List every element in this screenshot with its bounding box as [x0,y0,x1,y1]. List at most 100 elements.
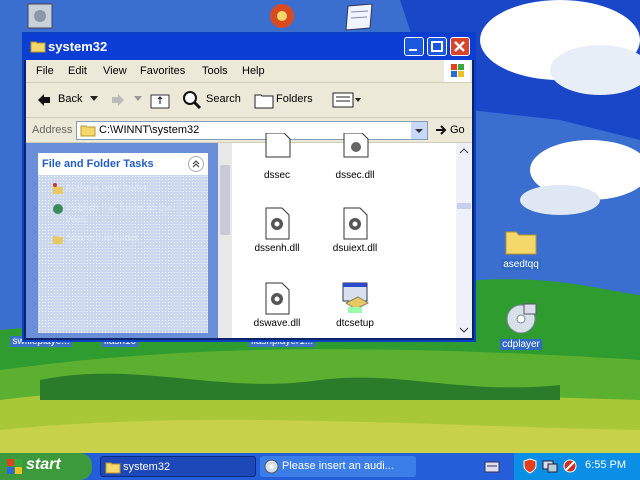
back-button[interactable]: Back [58,93,82,105]
folder-icon [505,231,537,255]
file-name: dtcsetup [336,318,374,329]
menu-view[interactable]: View [103,65,127,77]
publish-web-icon [53,204,63,214]
file-name: dsuiext.dll [332,243,378,254]
file-list: dssec dssec.dll dssenh.dll dsuiext.dll d… [232,132,472,338]
menu-bar: File Edit View Favorites Tools Help [26,60,472,83]
file-name: dssenh.dll [254,243,300,254]
task-share-folder[interactable]: Share this folder [66,233,139,245]
maximize-icon [431,41,443,52]
taskbar: start system32 Please insert an audi... … [0,453,640,480]
file-item[interactable]: dsuiext.dll [320,206,390,254]
chevron-down-icon[interactable] [134,96,142,102]
dll-gear-icon [343,207,368,240]
notepad-icon[interactable] [342,2,376,32]
minimize-button[interactable] [404,37,424,56]
file-name: dssec [263,170,291,181]
menu-help[interactable]: Help [242,65,265,77]
title-bar[interactable]: system32 [24,34,474,60]
file-item[interactable]: dswave.dll [242,281,312,329]
desktop-icon-label: asedtqq [501,259,541,270]
task-pane: File and Folder Tasks Make a new folder … [26,143,218,338]
windows-logo-icon [444,60,470,82]
system-tray: 6:55 PM [514,453,640,480]
folder-icon [80,125,96,137]
task-new-folder[interactable]: Make a new folder [66,183,148,195]
scroll-thumb[interactable] [220,165,230,235]
network-icon[interactable] [542,459,558,473]
collapse-button[interactable] [188,156,204,172]
minimize-icon [409,49,417,51]
desktop-icon-asedtqq[interactable]: asedtqq [494,226,548,270]
file-list-scrollbar[interactable] [456,143,472,338]
chevron-down-icon [415,129,423,133]
close-button[interactable] [450,37,470,56]
scroll-up-icon[interactable] [457,145,471,157]
share-folder-icon [53,236,63,244]
address-label: Address [32,124,73,136]
alert-icon[interactable] [562,458,578,474]
views-icon[interactable] [332,91,362,109]
taskbar-button-label: Please insert an audi... [282,460,394,472]
file-name: dssec.dll [335,170,375,181]
file-item[interactable]: dssenh.dll [242,206,312,254]
menu-tools[interactable]: Tools [202,65,228,77]
dll-gear-icon [343,132,369,158]
file-item[interactable]: dtcsetup [320,281,390,329]
forward-arrow-icon[interactable] [110,92,126,108]
chevron-down-icon[interactable] [90,96,98,102]
file-folder-tasks-box: File and Folder Tasks Make a new folder … [38,153,208,333]
address-value: C:\WINNT\system32 [99,124,200,136]
folders-button[interactable]: Folders [276,93,313,105]
explorer-window: system32 File Edit View Favorites Tools … [22,32,476,342]
address-dropdown[interactable] [411,122,427,139]
folders-icon[interactable] [254,91,274,109]
scroll-thumb[interactable] [457,203,471,209]
go-label: Go [450,124,465,136]
dll-gear-icon [265,282,290,315]
back-arrow-icon[interactable] [36,92,52,108]
close-icon [454,41,465,52]
search-button[interactable]: Search [206,93,241,105]
windows-logo-icon [7,459,22,474]
task-box-header[interactable]: File and Folder Tasks [38,153,208,175]
menu-file[interactable]: File [36,65,54,77]
desktop-icon-label: cdplayer [500,339,542,350]
security-shield-icon[interactable] [522,458,538,474]
toolbar: Back Search Folders [26,83,472,118]
update-icon[interactable] [268,2,296,32]
up-folder-icon[interactable] [150,91,170,109]
menu-edit[interactable]: Edit [68,65,87,77]
scroll-down-icon[interactable] [457,324,471,336]
cd-icon [506,303,537,334]
folder-icon [30,41,46,53]
chevron-up-icon [192,160,200,168]
search-icon[interactable] [182,90,202,110]
maximize-button[interactable] [427,37,447,56]
start-label: start [26,456,61,473]
new-folder-icon [53,183,63,194]
file-name: dswave.dll [253,318,301,329]
settings-icon[interactable] [26,2,56,32]
taskbar-button-label: system32 [123,461,171,473]
keyboard-icon[interactable] [484,461,500,473]
dll-gear-icon [265,207,290,240]
file-item[interactable]: dssec.dll [320,132,390,181]
start-button[interactable]: start [0,453,92,480]
task-publish-web[interactable]: Publish this folder to the Web [66,203,186,227]
task-list: Make a new folder Publish this folder to… [38,175,208,333]
desktop-icon-cdplayer[interactable]: cdplayer [494,302,548,350]
folder-icon [105,462,121,474]
file-item[interactable]: dssec [242,132,312,181]
task-pane-scrollbar[interactable] [218,143,232,338]
taskbar-button-audio-cd[interactable]: Please insert an audi... [260,456,416,477]
cd-icon [264,459,279,474]
menu-favorites[interactable]: Favorites [140,65,185,77]
task-box-title: File and Folder Tasks [42,158,154,170]
clock[interactable]: 6:55 PM [585,459,626,471]
go-arrow-icon [436,125,447,135]
window-body: File Edit View Favorites Tools Help Back… [26,60,472,338]
taskbar-button-system32[interactable]: system32 [100,456,256,477]
setup-icon [342,282,370,313]
window-title: system32 [48,39,108,54]
